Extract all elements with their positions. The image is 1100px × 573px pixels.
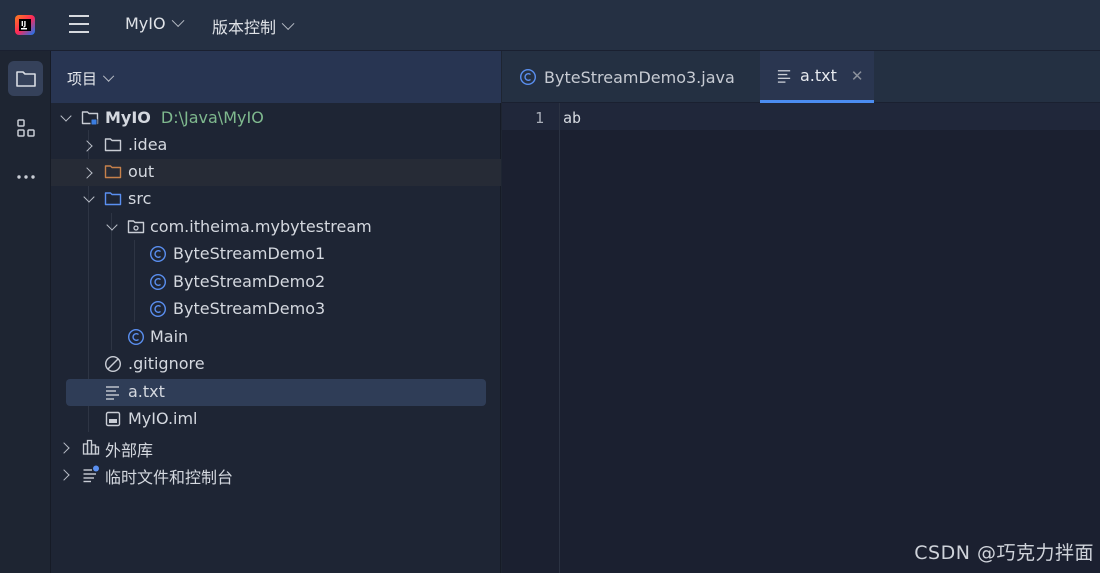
class-icon bbox=[149, 300, 167, 318]
more-tools-button[interactable] bbox=[8, 159, 43, 194]
close-icon[interactable]: ✕ bbox=[851, 67, 864, 85]
current-line-highlight bbox=[502, 103, 1100, 130]
project-path-hint: D:\Java\MyIO bbox=[160, 108, 264, 127]
project-menu-label: MyIO bbox=[125, 14, 166, 33]
main-toolbar: IJ MyIO 版本控制 bbox=[0, 0, 1100, 51]
tree-item-label: MyIO bbox=[105, 108, 151, 127]
chevron-down-icon bbox=[281, 16, 295, 30]
project-view-selector[interactable]: 项目 bbox=[67, 68, 115, 89]
class-icon bbox=[149, 245, 167, 263]
tree-item-label: .gitignore bbox=[128, 354, 205, 373]
tree-item-myio[interactable]: MyIO D:\Java\MyIO bbox=[51, 105, 501, 132]
project-panel: 项目 MyIO D:\Java\MyIO .idea out src com.i… bbox=[51, 51, 501, 573]
tree-item-label: src bbox=[128, 189, 152, 208]
source-folder-icon bbox=[104, 192, 122, 206]
class-icon bbox=[519, 68, 537, 86]
watermark: CSDN @巧克力拌面 bbox=[914, 542, 1094, 564]
code-line[interactable]: ab bbox=[563, 109, 581, 127]
chevron-down-icon bbox=[171, 14, 185, 28]
chevron-down-icon bbox=[102, 70, 115, 82]
project-panel-title: 项目 bbox=[67, 70, 98, 88]
project-menu[interactable]: MyIO bbox=[125, 14, 185, 33]
line-number: 1 bbox=[534, 109, 544, 127]
vcs-menu[interactable]: 版本控制 bbox=[212, 14, 295, 38]
tree-item-scratches[interactable]: 临时文件和控制台 bbox=[51, 461, 501, 488]
tab-label: ByteStreamDemo3.java bbox=[544, 67, 735, 87]
project-tool-button[interactable] bbox=[8, 61, 43, 96]
tree-item-label: ByteStreamDemo3 bbox=[173, 299, 326, 318]
tree-item-idea[interactable]: .idea bbox=[51, 132, 501, 159]
tree-item-label: ByteStreamDemo1 bbox=[173, 244, 326, 263]
tree-item-label: a.txt bbox=[128, 382, 165, 401]
folder-icon bbox=[104, 138, 122, 152]
text-file-icon bbox=[106, 386, 119, 400]
chevron-right-icon bbox=[81, 140, 93, 152]
more-icon bbox=[16, 174, 35, 179]
chevron-right-icon bbox=[58, 469, 70, 481]
scratch-icon bbox=[83, 465, 99, 483]
chevron-right-icon bbox=[58, 442, 70, 454]
module-folder-icon bbox=[81, 111, 99, 126]
tree-item-bytestreamdemo1[interactable]: ByteStreamDemo1 bbox=[51, 241, 501, 268]
chevron-down-icon bbox=[60, 110, 72, 122]
intellij-logo-icon[interactable]: IJ bbox=[14, 14, 36, 36]
tree-item-label: 临时文件和控制台 bbox=[105, 468, 234, 487]
iml-file-icon bbox=[105, 411, 121, 427]
line-number-gutter bbox=[502, 103, 560, 573]
tree-item-package[interactable]: com.itheima.mybytestream bbox=[51, 214, 501, 241]
tab-a-txt[interactable]: a.txt ✕ bbox=[760, 51, 874, 103]
class-icon bbox=[127, 328, 145, 346]
tree-item-label: 外部库 bbox=[105, 441, 154, 460]
editor-area: ByteStreamDemo3.java a.txt ✕ 1 ab bbox=[502, 51, 1100, 573]
package-icon bbox=[127, 220, 145, 234]
editor-tabbar: ByteStreamDemo3.java a.txt ✕ bbox=[502, 51, 1100, 103]
svg-text:IJ: IJ bbox=[21, 20, 26, 28]
class-icon bbox=[149, 273, 167, 291]
text-file-icon bbox=[777, 70, 791, 83]
tree-item-label: com.itheima.mybytestream bbox=[150, 217, 372, 236]
tree-item-label: MyIO.iml bbox=[128, 409, 198, 428]
tree-item-label: Main bbox=[150, 327, 189, 346]
chevron-right-icon bbox=[81, 167, 93, 179]
chevron-down-icon bbox=[106, 219, 118, 231]
tree-item-gitignore[interactable]: .gitignore bbox=[51, 351, 501, 378]
vcs-menu-label: 版本控制 bbox=[212, 18, 277, 37]
chevron-down-icon bbox=[83, 191, 95, 203]
tree-item-a-txt[interactable]: a.txt bbox=[66, 379, 486, 406]
library-icon bbox=[82, 439, 100, 455]
tab-bytestreamdemo3[interactable]: ByteStreamDemo3.java bbox=[502, 51, 760, 103]
tree-item-external-libraries[interactable]: 外部库 bbox=[51, 434, 501, 461]
structure-icon bbox=[16, 118, 35, 137]
tree-item-bytestreamdemo2[interactable]: ByteStreamDemo2 bbox=[51, 269, 501, 296]
tree-item-out[interactable]: out bbox=[51, 159, 501, 186]
tree-item-myio-iml[interactable]: MyIO.iml bbox=[51, 406, 501, 433]
tree-item-main[interactable]: Main bbox=[51, 324, 501, 351]
ignore-file-icon bbox=[104, 355, 122, 373]
structure-tool-button[interactable] bbox=[8, 110, 43, 145]
tree-item-bytestreamdemo3[interactable]: ByteStreamDemo3 bbox=[51, 296, 501, 323]
tab-label: a.txt bbox=[800, 66, 837, 85]
tree-item-label: .idea bbox=[128, 135, 168, 154]
tree-item-src[interactable]: src bbox=[51, 186, 501, 213]
tool-window-strip bbox=[0, 51, 51, 573]
main-menu-button[interactable] bbox=[69, 15, 91, 35]
tree-item-label: ByteStreamDemo2 bbox=[173, 272, 326, 291]
excluded-folder-icon bbox=[104, 165, 122, 179]
tree-item-label: out bbox=[128, 162, 155, 181]
project-panel-header: 项目 bbox=[51, 51, 501, 103]
folder-icon bbox=[15, 70, 36, 87]
